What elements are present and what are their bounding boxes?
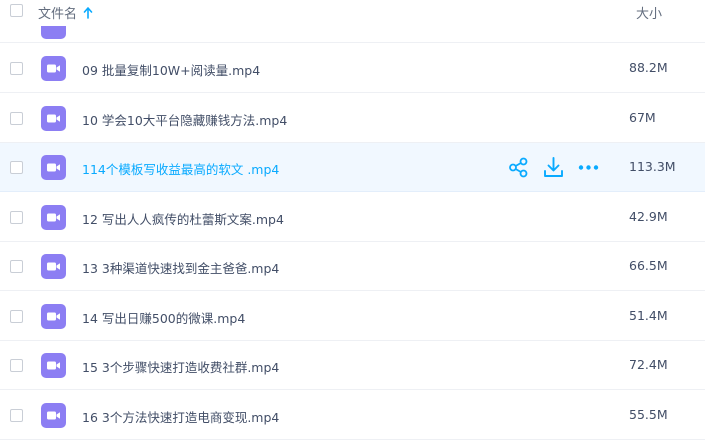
file-size: 72.4M	[629, 357, 668, 372]
file-name[interactable]: 10 学会10大平台隐藏赚钱方法.mp4	[82, 110, 287, 129]
video-file-icon	[41, 26, 66, 39]
list-item[interactable]: 09 批量复制10W+阅读量.mp4 88.2M	[0, 44, 705, 93]
row-checkbox[interactable]	[10, 309, 23, 323]
share-icon[interactable]	[507, 156, 530, 179]
file-name[interactable]: 15 3个步骤快速打造收费社群.mp4	[82, 357, 279, 376]
partial-list-item[interactable]	[0, 26, 705, 43]
row-checkbox[interactable]	[10, 260, 23, 273]
row-checkbox[interactable]	[10, 62, 23, 75]
file-name[interactable]: 13 3种渠道快速找到金主爸爸.mp4	[82, 258, 279, 277]
list-item[interactable]: 16 3个方法快速打造电商变现.mp4 55.5M	[0, 391, 705, 440]
list-item[interactable]: 15 3个步骤快速打造收费社群.mp4 72.4M	[0, 341, 705, 390]
video-file-icon	[41, 254, 66, 279]
file-list-header: 文件名 大小	[0, 0, 705, 26]
list-item[interactable]: 13 3种渠道快速找到金主爸爸.mp4 66.5M	[0, 242, 705, 291]
video-file-icon	[41, 353, 66, 378]
file-size: 66.5M	[629, 258, 668, 273]
video-file-icon	[41, 155, 66, 180]
list-item[interactable]: 12 写出人人疯传的杜蕾斯文案.mp4 42.9M	[0, 193, 705, 242]
row-checkbox[interactable]	[10, 161, 23, 174]
row-checkbox[interactable]	[10, 210, 23, 224]
file-name[interactable]: 16 3个方法快速打造电商变现.mp4	[82, 407, 279, 426]
row-checkbox[interactable]	[10, 408, 23, 422]
sort-ascending-icon[interactable]	[83, 6, 93, 19]
more-icon[interactable]	[577, 156, 600, 179]
file-name[interactable]: 114个模板写收益最高的软文 .mp4	[82, 159, 279, 178]
list-item[interactable]: 114个模板写收益最高的软文 .mp4 113.3M	[0, 143, 705, 192]
video-file-icon	[41, 56, 66, 81]
video-file-icon	[41, 204, 66, 230]
video-file-icon	[41, 303, 66, 329]
select-all-checkbox[interactable]	[10, 4, 23, 17]
file-size: 55.5M	[629, 406, 668, 422]
file-size: 88.2M	[629, 60, 668, 75]
size-column-header[interactable]: 大小	[636, 3, 662, 22]
file-name[interactable]: 09 批量复制10W+阅读量.mp4	[82, 60, 260, 79]
row-checkbox[interactable]	[10, 359, 23, 372]
row-checkbox[interactable]	[10, 111, 23, 125]
file-size: 67M	[629, 109, 656, 125]
row-actions	[507, 156, 600, 179]
file-size: 42.9M	[629, 208, 668, 224]
file-name[interactable]: 14 写出日赚500的微课.mp4	[82, 308, 245, 327]
video-file-icon	[41, 402, 66, 428]
download-icon[interactable]	[542, 156, 565, 179]
file-name[interactable]: 12 写出人人疯传的杜蕾斯文案.mp4	[82, 209, 284, 228]
name-column-header[interactable]: 文件名	[38, 3, 93, 22]
file-size: 51.4M	[629, 307, 668, 323]
name-column-label: 文件名	[38, 7, 78, 22]
list-item[interactable]: 14 写出日赚500的微课.mp4 51.4M	[0, 292, 705, 341]
file-list: 09 批量复制10W+阅读量.mp4 88.2M 10 学会10大平台隐藏赚钱方法.…	[0, 0, 705, 440]
file-size: 113.3M	[629, 159, 676, 174]
video-file-icon	[41, 105, 66, 131]
list-item[interactable]: 10 学会10大平台隐藏赚钱方法.mp4 67M	[0, 94, 705, 143]
